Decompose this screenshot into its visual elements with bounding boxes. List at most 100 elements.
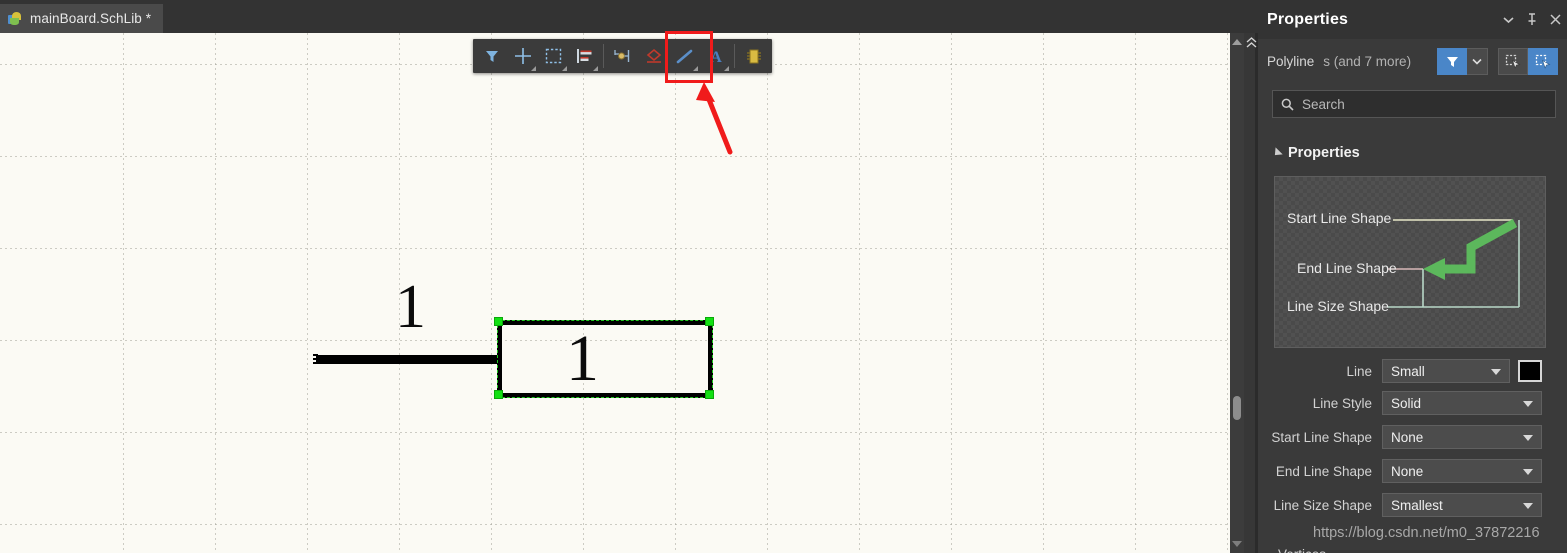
field-value-start-line-shape: None [1391,429,1424,445]
selection-mode-group [1498,48,1558,75]
field-label-line: Line [1346,363,1372,379]
panel-splitter[interactable] [1244,33,1255,553]
line-color-swatch[interactable] [1518,360,1542,382]
align-tool-button[interactable] [569,39,600,73]
triangle-down-icon [1232,541,1242,547]
panel-close-button[interactable] [1550,14,1561,25]
field-select-line[interactable]: Small [1382,359,1510,383]
text-a-icon: A [710,49,722,65]
triangle-up-icon [1232,39,1242,45]
preview-label-end-line-shape: End Line Shape [1297,260,1397,276]
component-rectangle[interactable] [497,320,713,398]
filter-button-group [1437,48,1488,75]
selection-handle-top-right[interactable] [705,317,714,326]
field-row-line-style: Line Style Solid [1258,391,1567,415]
field-label-line-size-shape: Line Size Shape [1273,497,1372,513]
field-select-line-size-shape[interactable]: Smallest [1382,493,1542,517]
collapse-panel-button[interactable] [1244,33,1258,51]
svg-text:A: A [710,49,722,65]
filter-button[interactable] [1437,48,1467,75]
place-pin-tool-button[interactable] [607,39,638,73]
watermark-text: https://blog.csdn.net/m0_37872216 [1313,525,1540,541]
selected-object-bar: Polyline s (and 7 more) [1258,39,1567,84]
chevron-down-icon [1491,369,1501,375]
scrollbar-thumb[interactable] [1233,396,1241,420]
pin-wire[interactable] [316,355,500,364]
place-text-tool-button[interactable]: A [700,39,731,73]
search-input[interactable] [1302,96,1555,112]
place-crosshair-tool-button[interactable] [507,39,538,73]
line-shape-preview: Start Line Shape End Line Shape Line Siz… [1274,176,1546,348]
field-value-end-line-shape: None [1391,463,1424,479]
canvas-vertical-scrollbar[interactable] [1230,33,1244,553]
altium-designer-window: mainBoard.SchLib * 1 1 A Properties Poly… [0,0,1567,553]
schematic-canvas[interactable]: 1 1 [0,33,1230,553]
diamond-net-icon [646,48,661,63]
toolbar-separator-2 [734,44,735,68]
cursor-select-icon [1535,54,1550,69]
field-value-line-style: Solid [1391,395,1422,411]
selection-handle-top-left[interactable] [494,317,503,326]
field-label-end-line-shape: End Line Shape [1275,463,1372,479]
place-net-tool-button[interactable] [638,39,669,73]
field-select-end-line-shape[interactable]: None [1382,459,1542,483]
properties-section-title: Properties [1288,145,1360,161]
next-section-header-clipped: Vertices [1278,547,1326,553]
schematic-library-icon [8,11,23,26]
field-value-line-size-shape: Smallest [1391,497,1443,513]
search-icon [1281,98,1294,111]
properties-section-header[interactable]: Properties [1271,145,1360,161]
selection-handle-bottom-left[interactable] [494,390,503,399]
pin-number-label: 1 [395,273,426,341]
select-mode-touch-button[interactable] [1528,48,1558,75]
area-select-tool-button[interactable] [538,39,569,73]
pin-icon [1528,13,1536,25]
chevron-down-icon [1523,469,1533,475]
scroll-down-button[interactable] [1230,537,1244,551]
field-label-start-line-shape: Start Line Shape [1271,429,1372,445]
search-box[interactable] [1272,90,1556,118]
field-value-line: Small [1391,363,1425,379]
selection-handle-bottom-right[interactable] [705,390,714,399]
preview-label-start-line-shape: Start Line Shape [1287,210,1392,226]
field-select-start-line-shape[interactable]: None [1382,425,1542,449]
component-designator-label: 1 [566,322,599,395]
chevron-down-icon [1523,503,1533,509]
close-icon [1550,14,1561,25]
scroll-up-button[interactable] [1230,35,1244,49]
place-component-tool-button[interactable] [738,39,769,73]
document-tab-mainboard-schlib[interactable]: mainBoard.SchLib * [0,4,164,33]
ic-chip-icon [746,49,761,63]
cursor-select-icon [1505,54,1521,69]
active-bar-toolbar: A [473,39,772,73]
place-line-tool-button[interactable] [669,39,700,73]
field-row-start-line-shape: Start Line Shape None [1258,425,1567,449]
selected-object-name: Polyline [1267,54,1315,69]
panel-title-actions [1503,13,1561,26]
diagonal-line-icon [676,49,693,63]
field-select-line-style[interactable]: Solid [1382,391,1542,415]
preview-label-line-size-shape: Line Size Shape [1287,298,1389,314]
pin-icon [614,49,630,62]
chevron-down-icon [1472,58,1482,65]
filter-tool-button[interactable] [476,39,507,73]
field-row-line: Line Small [1258,359,1567,383]
search-row [1272,90,1556,118]
align-left-icon [577,49,592,63]
field-row-end-line-shape: End Line Shape None [1258,459,1567,483]
properties-panel-titlebar: Properties [1258,0,1567,39]
objbar-actions [1437,48,1558,75]
chevron-down-icon [1503,16,1514,23]
chevron-down-icon [1523,401,1533,407]
filter-dropdown-button[interactable] [1467,48,1488,75]
chevron-down-icon [1523,435,1533,441]
panel-menu-button[interactable] [1503,16,1514,24]
toolbar-separator-1 [603,44,604,68]
dashed-rect-icon [545,48,562,64]
panel-pin-button[interactable] [1526,13,1538,26]
double-chevron-up-icon [1246,37,1256,48]
funnel-icon [1446,57,1458,67]
select-mode-normal-button[interactable] [1498,48,1528,75]
document-tab-label: mainBoard.SchLib * [30,11,152,26]
funnel-icon [485,51,498,62]
